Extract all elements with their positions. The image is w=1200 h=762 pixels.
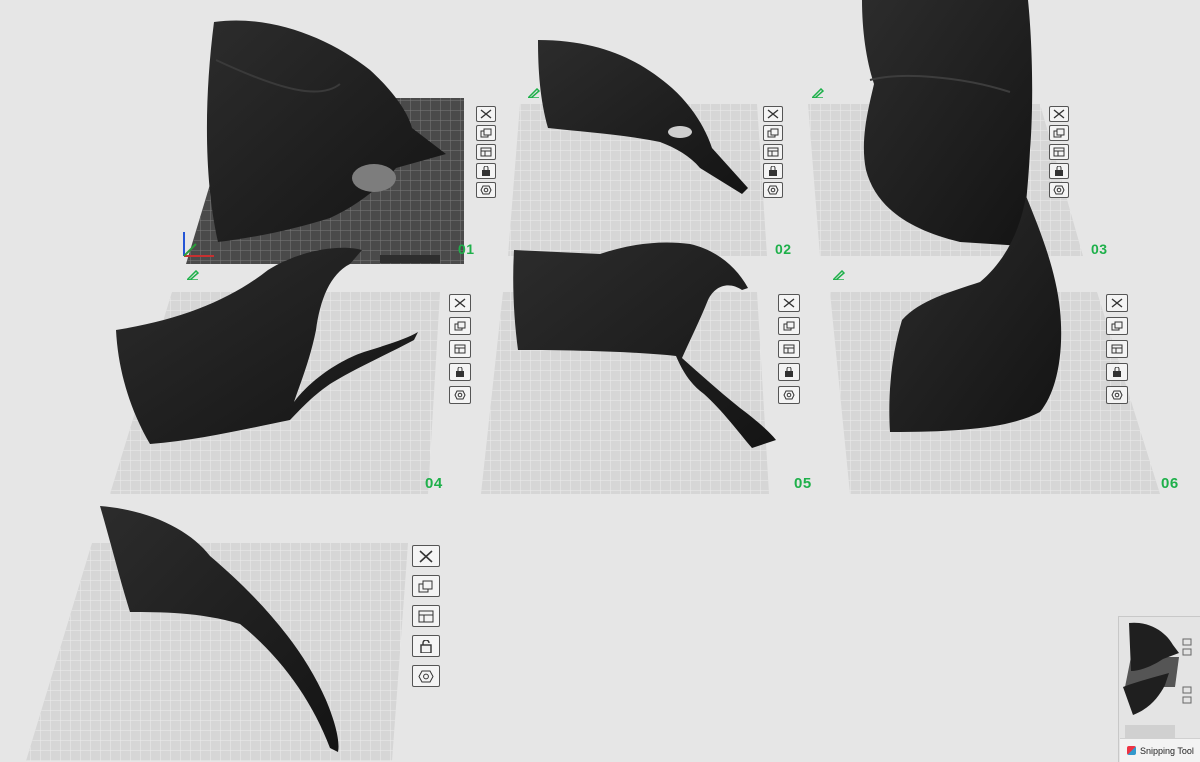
lock-plate-button[interactable] [763, 163, 783, 179]
plate-toolbar-06 [1106, 294, 1128, 404]
plate-settings-button[interactable] [1106, 386, 1128, 404]
delete-plate-button[interactable] [449, 294, 471, 312]
plate-layers-button[interactable] [1106, 340, 1128, 358]
settings-icon [480, 185, 492, 195]
lock-icon [1055, 166, 1063, 176]
close-icon [1111, 298, 1123, 308]
plate-layers-button[interactable] [412, 605, 440, 627]
close-icon [783, 298, 795, 308]
lock-icon [482, 166, 490, 176]
arrange-plate-button[interactable] [412, 575, 440, 597]
lock-plate-button[interactable] [412, 635, 440, 657]
layers-icon [418, 610, 434, 622]
delete-plate-button[interactable] [763, 106, 783, 122]
plate-settings-button[interactable] [1049, 182, 1069, 198]
plate-label-05: 05 [794, 475, 812, 492]
plate-label-04: 04 [425, 475, 443, 492]
edit-plate-name-icon[interactable] [833, 270, 845, 280]
delete-plate-button[interactable] [412, 545, 440, 567]
plate-layers-button[interactable] [763, 144, 783, 160]
arrange-icon [1053, 128, 1065, 138]
arrange-plate-button[interactable] [449, 317, 471, 335]
lock-icon [420, 639, 432, 653]
plate-label-02: 02 [775, 241, 792, 257]
lock-plate-button[interactable] [778, 363, 800, 381]
lock-icon [769, 166, 777, 176]
snipping-tool-label: Snipping Tool [1140, 745, 1194, 756]
plate-settings-button[interactable] [778, 386, 800, 404]
lock-icon [1113, 367, 1121, 377]
close-icon [767, 109, 779, 119]
settings-icon [767, 185, 779, 195]
plate-toolbar-01 [476, 106, 496, 198]
plate-toolbar-05 [778, 294, 800, 404]
arrange-icon [767, 128, 779, 138]
close-icon [454, 298, 466, 308]
delete-plate-button[interactable] [778, 294, 800, 312]
plate-label-03: 03 [1091, 241, 1108, 257]
arrange-icon [1111, 321, 1123, 331]
edit-plate-name-icon[interactable] [187, 270, 199, 280]
plate-layers-button[interactable] [449, 340, 471, 358]
arrange-icon [783, 321, 795, 331]
plate-layers-button[interactable] [476, 144, 496, 160]
arrange-icon [418, 580, 433, 592]
layers-icon [454, 344, 466, 354]
layers-icon [1053, 147, 1065, 157]
settings-icon [1111, 390, 1123, 400]
arrange-plate-button[interactable] [476, 125, 496, 141]
delete-plate-button[interactable] [1049, 106, 1069, 122]
layers-icon [767, 147, 779, 157]
edit-plate-name-icon[interactable] [812, 88, 824, 98]
plate-layers-button[interactable] [778, 340, 800, 358]
plate-label-06: 06 [1161, 475, 1179, 492]
settings-icon [1053, 185, 1065, 195]
snipping-tool-taskbar-item[interactable]: Snipping Tool [1120, 738, 1200, 762]
plate-settings-button[interactable] [763, 182, 783, 198]
arrange-plate-button[interactable] [1049, 125, 1069, 141]
close-icon [480, 109, 492, 119]
plate-settings-button[interactable] [449, 386, 471, 404]
lock-icon [456, 367, 464, 377]
delete-plate-button[interactable] [1106, 294, 1128, 312]
delete-plate-button[interactable] [476, 106, 496, 122]
close-icon [1053, 109, 1065, 119]
arrange-plate-button[interactable] [778, 317, 800, 335]
layers-icon [1111, 344, 1123, 354]
plate-toolbar-02 [763, 106, 783, 198]
arrange-plate-button[interactable] [1106, 317, 1128, 335]
snipping-tool-icon [1127, 746, 1136, 755]
close-icon [419, 549, 433, 563]
lock-icon [785, 367, 793, 377]
layers-icon [783, 344, 795, 354]
settings-icon [454, 390, 466, 400]
settings-icon [783, 390, 795, 400]
plate-toolbar-04 [449, 294, 471, 404]
lock-plate-button[interactable] [1106, 363, 1128, 381]
lock-plate-button[interactable] [449, 363, 471, 381]
plate-layers-button[interactable] [1049, 144, 1069, 160]
edit-plate-name-icon[interactable] [528, 88, 540, 98]
plate-settings-button[interactable] [412, 665, 440, 687]
plate-toolbar-03 [1049, 106, 1069, 198]
layers-icon [480, 147, 492, 157]
arrange-plate-button[interactable] [763, 125, 783, 141]
plate-toolbar-07 [412, 545, 440, 687]
lock-plate-button[interactable] [1049, 163, 1069, 179]
arrange-icon [480, 128, 492, 138]
lock-plate-button[interactable] [476, 163, 496, 179]
plate-settings-button[interactable] [476, 182, 496, 198]
arrange-icon [454, 321, 466, 331]
settings-icon [418, 670, 434, 682]
plate-label-01: 01 [458, 241, 475, 257]
